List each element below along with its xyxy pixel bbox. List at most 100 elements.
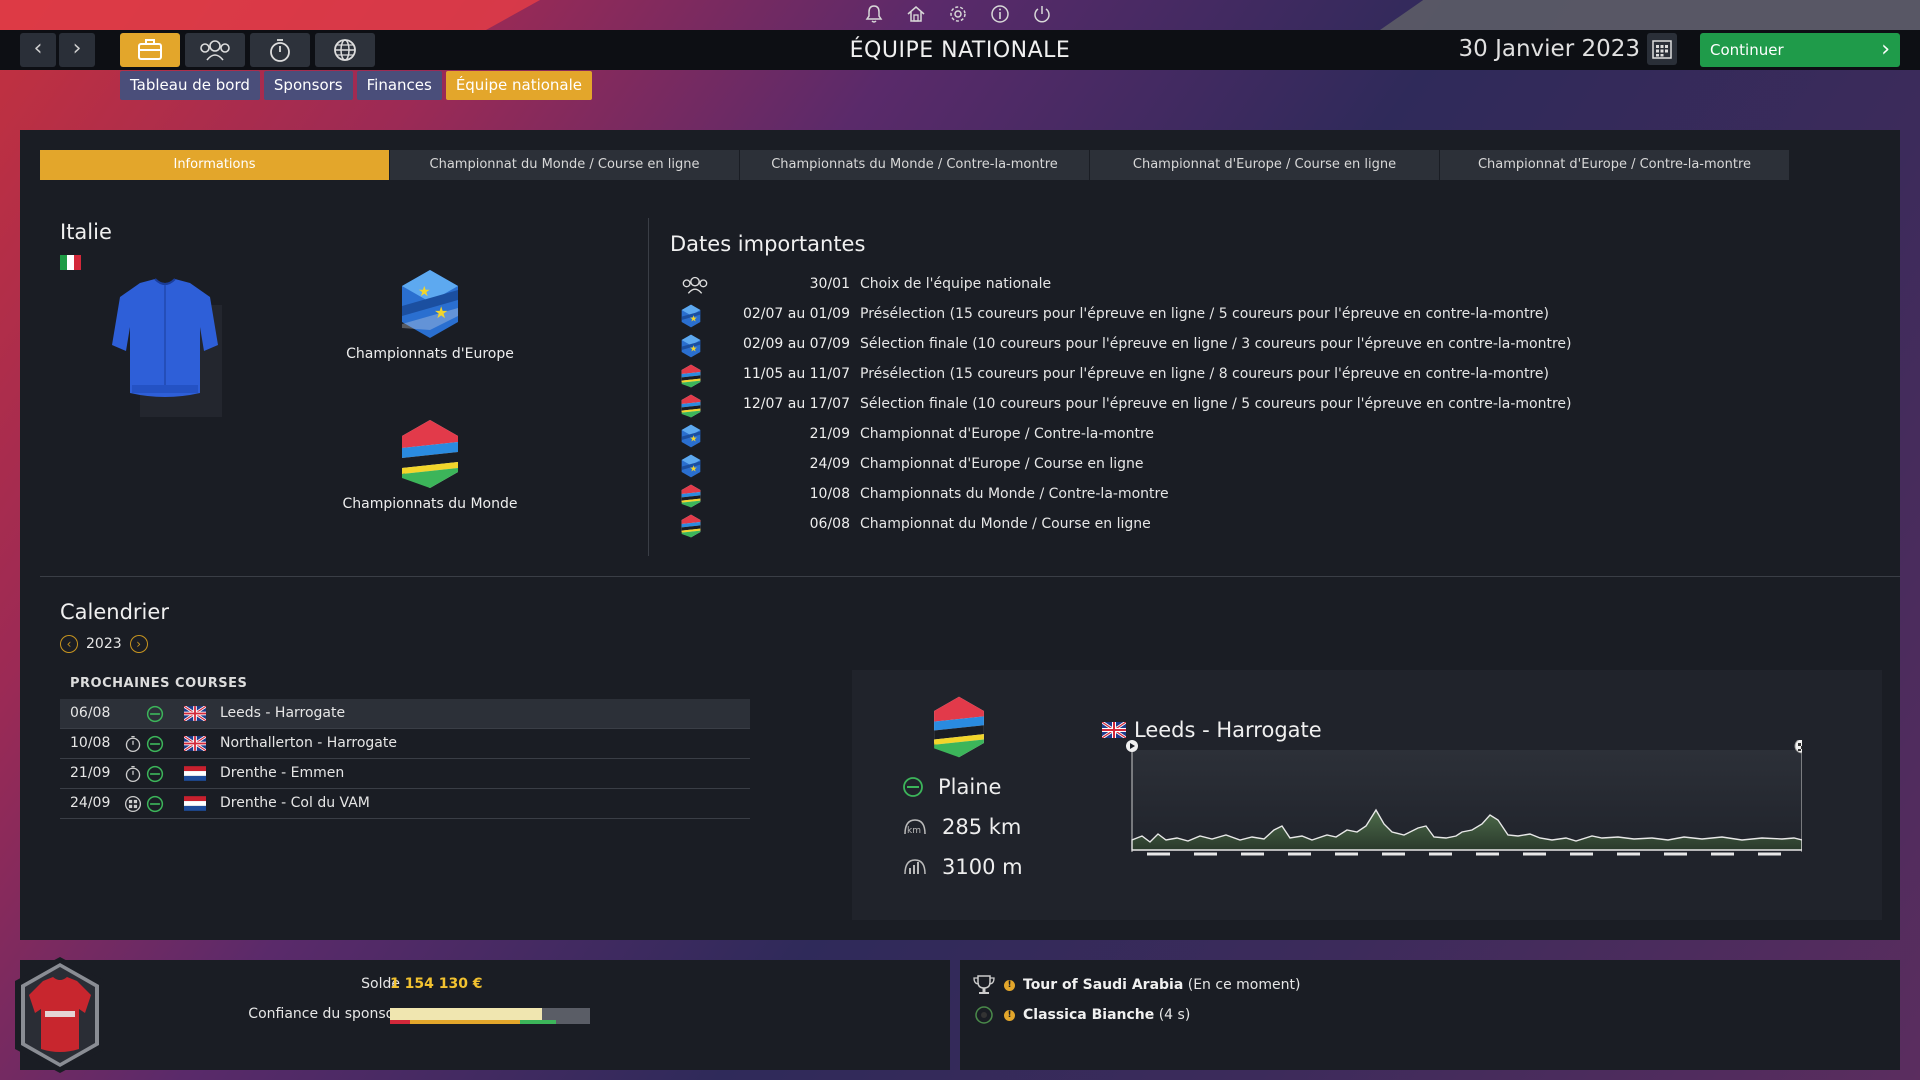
date-description: Championnat d'Europe / Course en ligne: [860, 456, 1144, 472]
info-icon[interactable]: [988, 4, 1012, 26]
important-date-row: ★ 21/09 Championnat d'Europe / Contre-la-m…: [680, 420, 1680, 450]
gear-icon[interactable]: [946, 4, 970, 26]
next-year-button[interactable]: ›: [129, 635, 148, 653]
uk-flag-icon: [183, 735, 207, 752]
world-icon: [680, 394, 706, 418]
notification-item[interactable]: ! Classica Bianche (4 s): [972, 1004, 1190, 1026]
tab-europe-time-trial[interactable]: Championnat d'Europe / Contre-la-montre: [1440, 150, 1790, 180]
distance-value: 285 km: [942, 815, 1022, 839]
date-range: 11/05 au 11/07: [742, 366, 850, 382]
terrain-value: Plaine: [938, 775, 1002, 799]
uk-flag-icon: [1102, 722, 1126, 738]
team-tool-button[interactable]: [185, 33, 245, 67]
page-title: ÉQUIPE NATIONALE: [849, 38, 1071, 63]
svg-text:km: km: [907, 826, 921, 836]
svg-text:★: ★: [690, 434, 698, 444]
team-icon: [680, 274, 708, 296]
world-icon: [680, 514, 706, 538]
elevation-value: 3100 m: [942, 855, 1023, 879]
notification-text: Tour of Saudi Arabia (En ce moment): [1023, 977, 1300, 993]
sponsor-confidence-bar: [390, 1008, 590, 1024]
world-icon: [680, 484, 706, 508]
race-row[interactable]: 24/09 Drenthe - Col du VAM: [60, 789, 750, 819]
race-name: Drenthe - Col du VAM: [220, 795, 370, 811]
briefcase-tool-button[interactable]: [120, 33, 180, 67]
calendar-title: Calendrier: [60, 600, 169, 624]
italy-flag-icon: [60, 255, 81, 270]
date-description: Championnat d'Europe / Contre-la-montre: [860, 426, 1155, 442]
top-bar: [0, 0, 1920, 30]
flat-icon: [146, 735, 164, 753]
stopwatch-icon: [270, 39, 290, 62]
globe-tool-button[interactable]: [315, 33, 375, 67]
subtab-sponsors[interactable]: Sponsors: [263, 71, 353, 100]
stopwatch-tool-button[interactable]: [250, 33, 310, 67]
europe-championship-icon: ★ ★: [402, 270, 458, 338]
prev-year-button[interactable]: ‹: [60, 635, 78, 653]
race-icon: [975, 1006, 993, 1024]
notification-title: Tour of Saudi Arabia: [1023, 977, 1184, 993]
forward-button[interactable]: ›: [59, 33, 95, 67]
important-date-row: ★ 02/07 au 01/09 Présélection (15 coureurs…: [680, 300, 1680, 330]
calendar-icon[interactable]: [1647, 33, 1677, 65]
tab-informations[interactable]: Informations: [40, 150, 390, 180]
notification-text: Classica Bianche (4 s): [1023, 1007, 1190, 1023]
world-icon: [680, 364, 706, 388]
current-date: 30 Janvier 2023: [1458, 36, 1640, 62]
date-range: 12/07 au 17/07: [742, 396, 850, 412]
important-dates-list: 30/01 Choix de l'équipe nationale ★ 02/07 a…: [680, 270, 1680, 540]
important-date-row: ★ 24/09 Championnat d'Europe / Course en l…: [680, 450, 1680, 480]
subtab-national-team[interactable]: Équipe nationale: [445, 71, 593, 100]
subtab-dashboard[interactable]: Tableau de bord: [120, 71, 260, 100]
sub-navigation: Tableau de bord Sponsors Finances Équipe…: [120, 71, 593, 100]
nl-flag-icon: [184, 766, 206, 781]
date-range: 06/08: [809, 516, 850, 532]
europe-icon: ★: [680, 304, 706, 328]
balance-label: Solde: [361, 976, 400, 992]
race-name: Leeds - Harrogate: [1134, 718, 1322, 742]
power-icon[interactable]: [1030, 4, 1054, 26]
race-name: Drenthe - Emmen: [220, 765, 345, 781]
sponsor-confidence-fill: [390, 1008, 542, 1020]
tab-world-road-race[interactable]: Championnat du Monde / Course en ligne: [390, 150, 740, 180]
svg-text:★: ★: [434, 303, 448, 322]
svg-text:★: ★: [690, 314, 698, 324]
subtab-finances[interactable]: Finances: [356, 71, 442, 100]
alert-icon: !: [1004, 1009, 1015, 1021]
flat-icon: [146, 765, 164, 783]
date-description: Présélection (15 coureurs pour l'épreuve…: [860, 366, 1549, 382]
race-date: 06/08: [70, 705, 111, 721]
race-name: Leeds - Harrogate: [220, 705, 346, 721]
tab-europe-road-race[interactable]: Championnat d'Europe / Course en ligne: [1090, 150, 1440, 180]
europe-championship-label: Championnats d'Europe: [346, 346, 514, 362]
notification-item[interactable]: ! Tour of Saudi Arabia (En ce moment): [972, 974, 1300, 996]
notification-title: Classica Bianche: [1023, 1007, 1155, 1023]
important-date-row: 10/08 Championnats du Monde / Contre-la-m…: [680, 480, 1680, 510]
tab-world-time-trial[interactable]: Championnats du Monde / Contre-la-montre: [740, 150, 1090, 180]
europe-icon: ★: [680, 454, 706, 478]
important-date-row: 11/05 au 11/07 Présélection (15 coureurs …: [680, 360, 1680, 390]
race-row[interactable]: 10/08 Northallerton - Harrogate: [60, 729, 750, 759]
globe-icon: [334, 39, 356, 61]
continue-button[interactable]: Continuer ›: [1700, 33, 1900, 67]
clock-icon: [124, 765, 142, 783]
finance-summary: Solde 1 154 130 € Confiance du sponsor: [20, 960, 950, 1070]
home-icon[interactable]: [904, 4, 928, 26]
sponsor-confidence-label: Confiance du sponsor: [248, 1006, 400, 1022]
world-championship-icon: [402, 420, 458, 488]
race-name: Northallerton - Harrogate: [220, 735, 397, 751]
distance-stat: km 285 km: [902, 815, 1021, 839]
race-row[interactable]: 21/09 Drenthe - Emmen: [60, 759, 750, 789]
date-range: 02/09 au 07/09: [742, 336, 850, 352]
important-date-row: 30/01 Choix de l'équipe nationale: [680, 270, 1680, 300]
date-description: Championnats du Monde / Contre-la-montre: [860, 486, 1169, 502]
race-detail-panel: Leeds - Harrogate Plaine km 285 km 3100 …: [852, 670, 1882, 920]
date-description: Choix de l'équipe nationale: [860, 276, 1052, 292]
race-date: 21/09: [70, 765, 111, 781]
year-navigator: ‹ 2023 ›: [60, 635, 148, 653]
bell-icon[interactable]: [862, 4, 886, 26]
date-range: 24/09: [809, 456, 850, 472]
date-description: Sélection finale (10 coureurs pour l'épr…: [860, 396, 1572, 412]
race-row[interactable]: 06/08 Leeds - Harrogate: [60, 699, 750, 729]
back-button[interactable]: ‹: [20, 33, 56, 67]
